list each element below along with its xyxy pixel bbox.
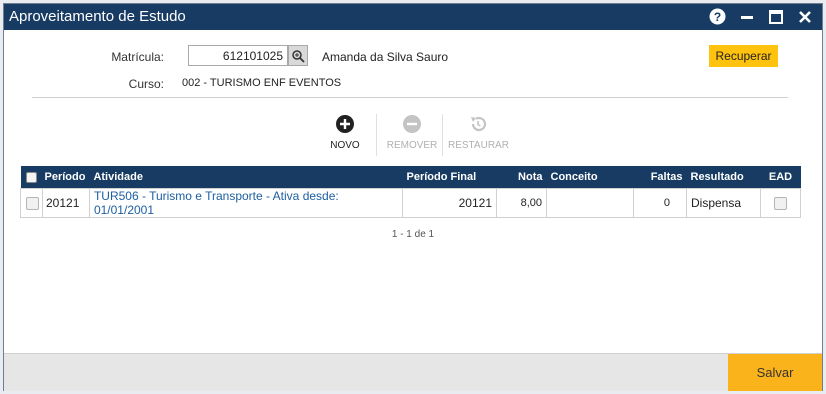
svg-text:?: ? xyxy=(714,10,721,24)
matricula-input[interactable] xyxy=(188,45,288,66)
restaurar-button[interactable]: RESTAURAR xyxy=(448,114,509,151)
col-periodo-final[interactable]: Período Final xyxy=(402,166,497,189)
cell-faltas: 0 xyxy=(633,188,687,218)
remover-label: REMOVER xyxy=(386,140,438,151)
cell-atividade: TUR506 - Turismo e Transporte - Ativa de… xyxy=(88,188,404,218)
col-nota[interactable]: Nota xyxy=(496,166,547,189)
student-name: Amanda da Silva Sauro xyxy=(322,50,449,64)
pager-info: 1 - 1 de 1 xyxy=(391,229,435,240)
window-controls: ? xyxy=(708,7,814,26)
minimize-icon[interactable] xyxy=(737,7,756,26)
cell-nota: 8,00 xyxy=(496,188,547,218)
lookup-student-button[interactable] xyxy=(288,45,308,66)
maximize-icon[interactable] xyxy=(766,7,785,26)
close-icon[interactable] xyxy=(795,7,814,26)
row-select-cell xyxy=(20,188,43,218)
curso-label: Curso: xyxy=(128,77,164,91)
col-faltas[interactable]: Faltas xyxy=(633,166,687,189)
add-icon xyxy=(336,115,354,133)
window-title: Aproveitamento de Estudo xyxy=(9,8,186,25)
recuperar-button[interactable]: Recuperar xyxy=(709,45,778,67)
study-table: Período Atividade Período Final Nota Con… xyxy=(20,166,801,218)
table-header-row: Período Atividade Período Final Nota Con… xyxy=(20,166,801,189)
toolbar-separator xyxy=(376,114,377,156)
novo-label: NOVO xyxy=(330,140,360,151)
help-icon[interactable]: ? xyxy=(708,7,727,26)
divider xyxy=(32,97,788,98)
novo-button[interactable]: NOVO xyxy=(322,114,368,151)
table-row[interactable]: 20121 TUR506 - Turismo e Transporte - At… xyxy=(20,188,801,218)
title-bar: Aproveitamento de Estudo ? xyxy=(4,4,822,30)
col-atividade[interactable]: Atividade xyxy=(89,166,403,189)
cell-conceito xyxy=(546,188,634,218)
salvar-button[interactable]: Salvar xyxy=(728,354,822,391)
restore-icon xyxy=(471,116,487,132)
col-conceito[interactable]: Conceito xyxy=(546,166,634,189)
remover-button[interactable]: REMOVER xyxy=(386,114,438,151)
matricula-label: Matrícula: xyxy=(111,50,164,64)
curso-value: 002 - TURISMO ENF EVENTOS xyxy=(182,77,342,89)
ead-checkbox[interactable] xyxy=(774,197,787,211)
restaurar-label: RESTAURAR xyxy=(448,140,509,151)
col-periodo[interactable]: Período xyxy=(42,166,90,189)
col-resultado[interactable]: Resultado xyxy=(686,166,761,189)
action-toolbar: NOVO REMOVER RESTAURAR xyxy=(322,114,512,156)
cell-resultado: Dispensa xyxy=(686,188,761,218)
toolbar-separator xyxy=(442,114,443,156)
footer-bar: Salvar xyxy=(4,353,822,391)
row-checkbox[interactable] xyxy=(26,197,39,211)
remove-icon xyxy=(403,115,421,133)
cell-periodo: 20121 xyxy=(42,188,90,218)
cell-ead xyxy=(760,188,801,218)
activity-link[interactable]: TUR506 - Turismo e Transporte - Ativa de… xyxy=(94,189,339,217)
search-icon xyxy=(292,49,305,63)
col-ead[interactable]: EAD xyxy=(760,166,801,189)
select-all-cell xyxy=(20,166,43,189)
cell-periodo-final: 20121 xyxy=(402,188,497,218)
dialog-window: Aproveitamento de Estudo ? Matrícula: Am… xyxy=(3,3,823,391)
select-all-checkbox[interactable] xyxy=(25,171,37,183)
